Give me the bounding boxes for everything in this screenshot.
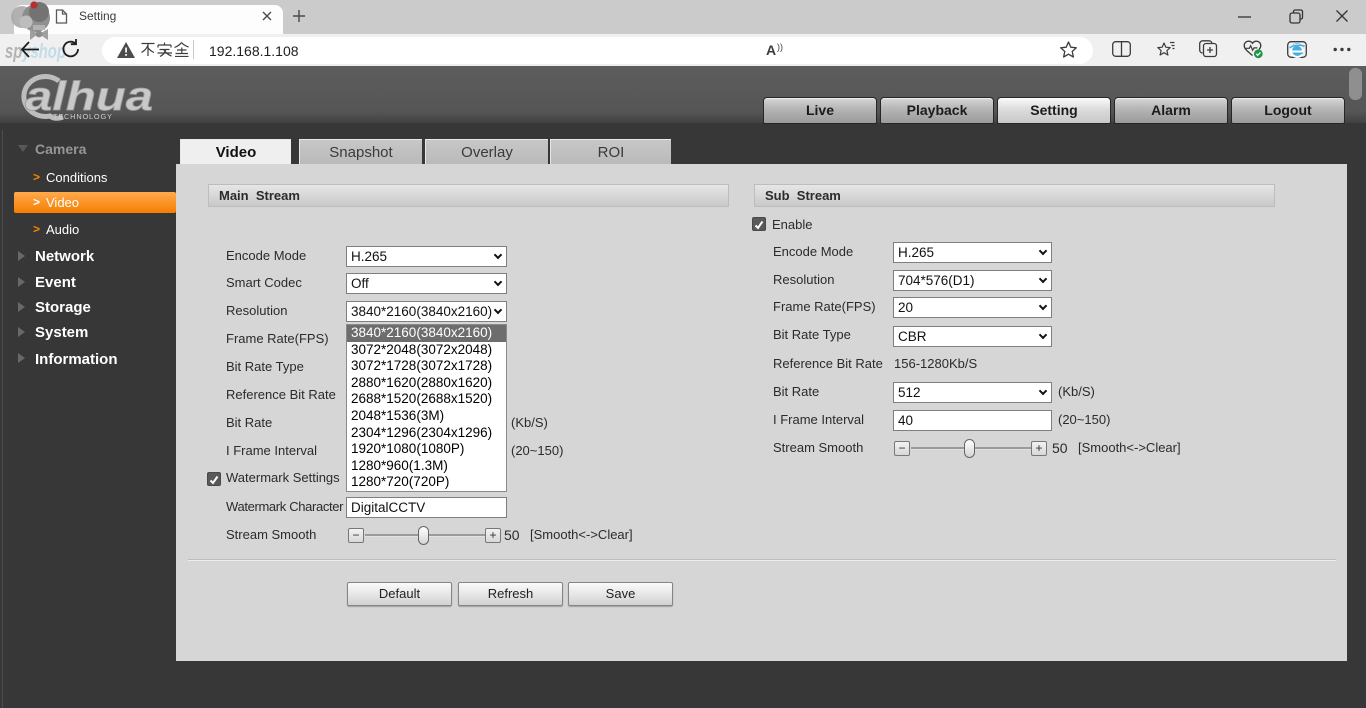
svg-text:A: A (766, 42, 776, 58)
svg-text:)): )) (777, 42, 783, 52)
svg-text:TECHNOLOGY: TECHNOLOGY (53, 112, 113, 121)
